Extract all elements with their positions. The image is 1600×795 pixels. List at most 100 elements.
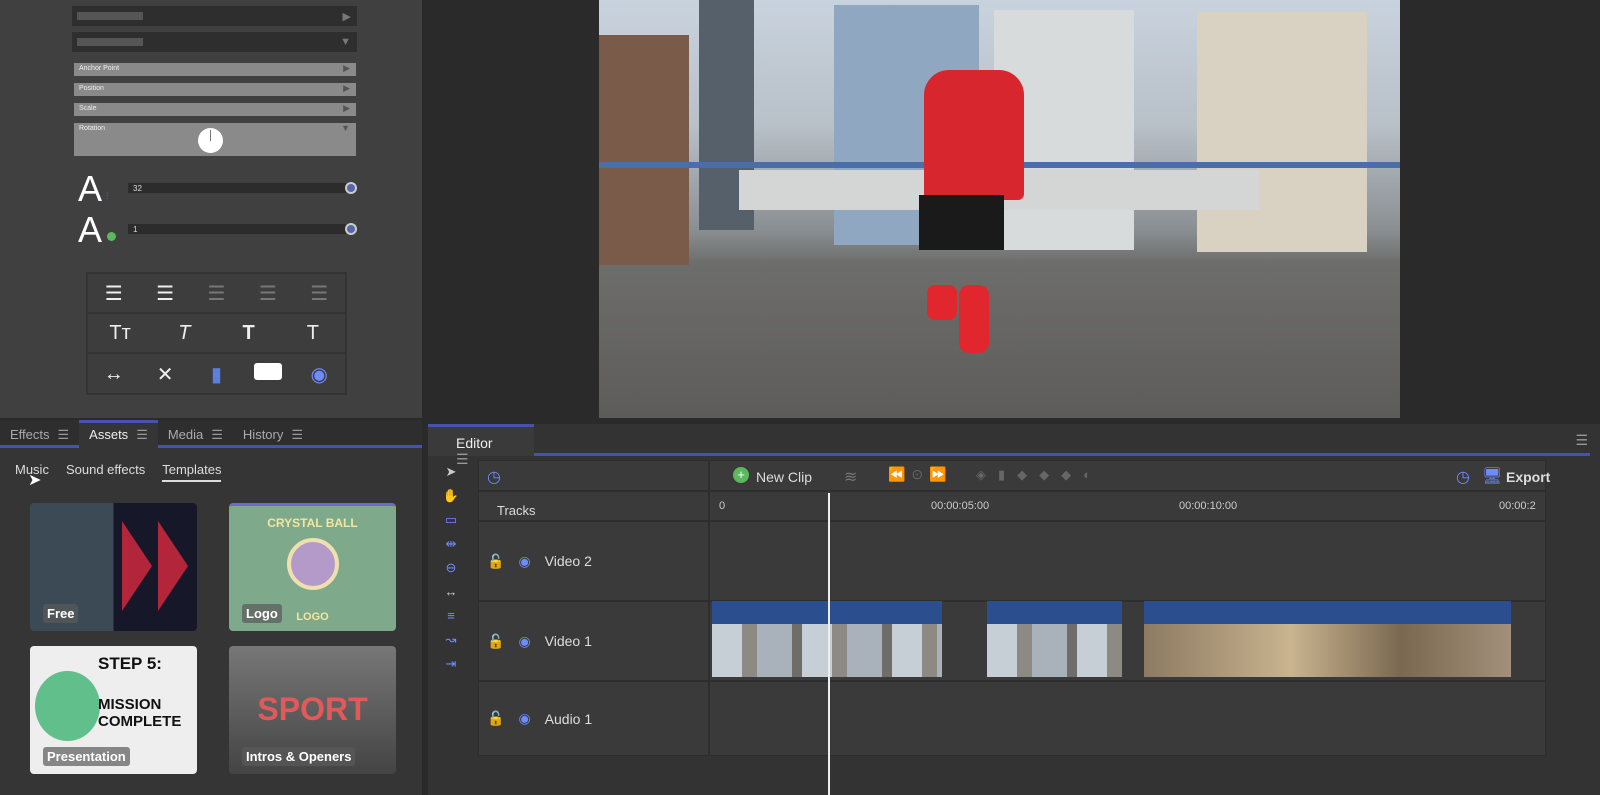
track-video-2[interactable]: 🔓 ◉ Video 2 [478, 521, 709, 601]
font-size-slider[interactable]: 32 [128, 183, 346, 193]
ruler-tick: 00:00:05:00 [931, 500, 990, 512]
clock-icon[interactable]: ◷ [487, 467, 501, 487]
time-ruler[interactable]: 0 00:00:05:00 00:00:10:00 00:00:2 [709, 491, 1546, 521]
scale-row[interactable]: Scale ▶ [74, 103, 356, 116]
subtab-templates[interactable]: Templates [162, 462, 222, 482]
slide-tool-icon[interactable]: ⊖ [438, 560, 464, 584]
template-card-intros[interactable]: SPORT Intros & Openers [229, 646, 396, 774]
lane-audio-1[interactable] [709, 681, 1546, 756]
close-icon[interactable]: ✕ [145, 362, 185, 387]
bold-button[interactable]: T [229, 322, 269, 345]
hand-tool-icon[interactable]: ✋ [438, 488, 464, 512]
template-card-presentation[interactable]: STEP 5: MISSION COMPLETE Presentation [30, 646, 197, 774]
stroke-icon: A [78, 209, 103, 250]
add-icon [107, 232, 116, 241]
slip-tool-icon[interactable]: ⇹ [438, 536, 464, 560]
background-box-icon[interactable] [248, 362, 288, 386]
menu-icon[interactable]: ☰ [211, 427, 223, 442]
eye-icon[interactable]: ◉ [518, 710, 530, 727]
keyframe-nav-icons[interactable]: ⏪⊙⏩ [888, 466, 953, 483]
video-clip[interactable] [712, 601, 942, 677]
lane-video-2[interactable] [709, 521, 1546, 601]
video-preview[interactable] [599, 0, 1400, 418]
unlock-icon[interactable]: 🔓 [487, 553, 504, 570]
track-label: Video 2 [544, 553, 592, 569]
ripple-tool-icon[interactable]: ▭ [438, 512, 464, 536]
assets-panel: Effects ☰ Assets ☰ Media ☰ History ☰ Music S… [0, 420, 422, 795]
add-clip-icon[interactable]: + [733, 467, 749, 483]
position-label: Position [79, 85, 104, 92]
justify-icon[interactable]: ☰ [145, 281, 185, 306]
keyframe-tools-icons[interactable]: ◈▮◆◆◆◐ [976, 467, 1103, 483]
playhead[interactable] [828, 493, 830, 795]
stroke-slider[interactable]: 1 [128, 224, 346, 234]
stroke-value: 1 [133, 225, 138, 234]
rotation-label: Rotation [79, 125, 106, 132]
track-audio-1[interactable]: 🔓 ◉ Audio 1 [478, 681, 709, 756]
ruler-tick: 00:00:2 [1499, 500, 1536, 512]
track-label: Audio 1 [544, 710, 593, 727]
align-center-icon[interactable]: ☰ [248, 281, 288, 306]
export-button[interactable]: Export [1506, 469, 1550, 485]
eye-icon[interactable]: ◉ [518, 633, 530, 650]
tracks-label: Tracks [497, 503, 536, 518]
stretch-icon[interactable]: ↔ [94, 363, 134, 386]
tab-assets[interactable]: Assets ☰ [79, 420, 158, 448]
font-size-value: 32 [133, 184, 142, 193]
menu-icon[interactable]: ☰ [58, 427, 70, 442]
new-clip-button[interactable]: New Clip [756, 469, 812, 485]
ruler-tick: 0 [719, 500, 726, 512]
anchor-point-label: Anchor Point [79, 65, 120, 72]
anchor-point-row[interactable]: Anchor Point ▶ [74, 63, 356, 76]
trash-icon[interactable]: ▮ [196, 362, 236, 387]
stroke-knob[interactable] [345, 223, 357, 235]
tool-column: ➤ ✋ ▭ ⇹ ⊖ ↔ ≡ ↝ ⇥ [438, 464, 464, 680]
align-right-icon[interactable]: ☰ [94, 281, 134, 306]
tab-editor[interactable]: Editor ☰ [428, 424, 534, 467]
panel-menu-icon[interactable]: ☰ [1575, 432, 1588, 449]
position-row[interactable]: Position ▶ [74, 83, 356, 96]
rotation-row[interactable]: Rotation ▼ [74, 123, 356, 156]
font-size-knob[interactable] [345, 182, 357, 194]
video-clip[interactable] [987, 601, 1122, 677]
video-clip[interactable] [1144, 601, 1511, 677]
tab-history[interactable]: History ☰ [233, 420, 313, 445]
tab-media[interactable]: Media ☰ [158, 420, 233, 445]
history-clock-icon[interactable]: ◷ [1456, 467, 1470, 487]
menu-icon[interactable]: ☰ [291, 427, 303, 442]
tab-effects[interactable]: Effects ☰ [0, 420, 79, 445]
eye-icon[interactable]: ◉ [299, 362, 339, 387]
roll-tool-icon[interactable]: ≡ [438, 608, 464, 632]
card-art-title: CRYSTAL BALL [267, 516, 358, 530]
adjust-icon: ⫶ [106, 191, 109, 201]
card-label: Logo [242, 604, 282, 623]
ruler-tick: 00:00:10:00 [1179, 500, 1238, 512]
template-card-logo[interactable]: CRYSTAL BALL LOGO Logo [229, 503, 396, 631]
tab-label: History [242, 427, 284, 442]
curve-tool-icon[interactable]: ↝ [438, 632, 464, 656]
menu-icon[interactable]: ☰ [136, 427, 148, 442]
unlock-icon[interactable]: 🔓 [487, 633, 504, 650]
select-tool-icon[interactable]: ➤ [438, 464, 464, 488]
insert-tool-icon[interactable]: ⇥ [438, 656, 464, 680]
properties-panel: ▶ ▼ Anchor Point ▶ Position ▶ Scale ▶ Rotat… [0, 0, 422, 418]
expanded-section[interactable]: ▼ [72, 32, 357, 52]
card-label: Free [43, 604, 79, 623]
small-caps-button[interactable]: Tт [100, 322, 140, 345]
layers-icon[interactable]: ≋ [844, 467, 857, 487]
template-card-free[interactable]: Free [30, 503, 197, 631]
eye-icon[interactable]: ◉ [518, 553, 530, 570]
font-size-icon: A [78, 168, 103, 209]
stretch-tool-icon[interactable]: ↔ [438, 584, 464, 608]
rotation-dial[interactable] [198, 128, 223, 153]
card-art-step: STEP 5: [98, 654, 162, 673]
subtab-sound-effects[interactable]: Sound effects [66, 462, 145, 482]
collapsed-section[interactable]: ▶ [72, 6, 357, 26]
align-left-icon[interactable]: ☰ [196, 281, 236, 306]
export-icon: 🖥 [1482, 468, 1503, 485]
italic-button[interactable]: T [164, 322, 204, 345]
track-video-1[interactable]: 🔓 ◉ Video 1 [478, 601, 709, 681]
regular-button[interactable]: T [293, 322, 333, 345]
justify-all-icon[interactable]: ☰ [299, 281, 339, 306]
unlock-icon[interactable]: 🔓 [487, 710, 504, 727]
